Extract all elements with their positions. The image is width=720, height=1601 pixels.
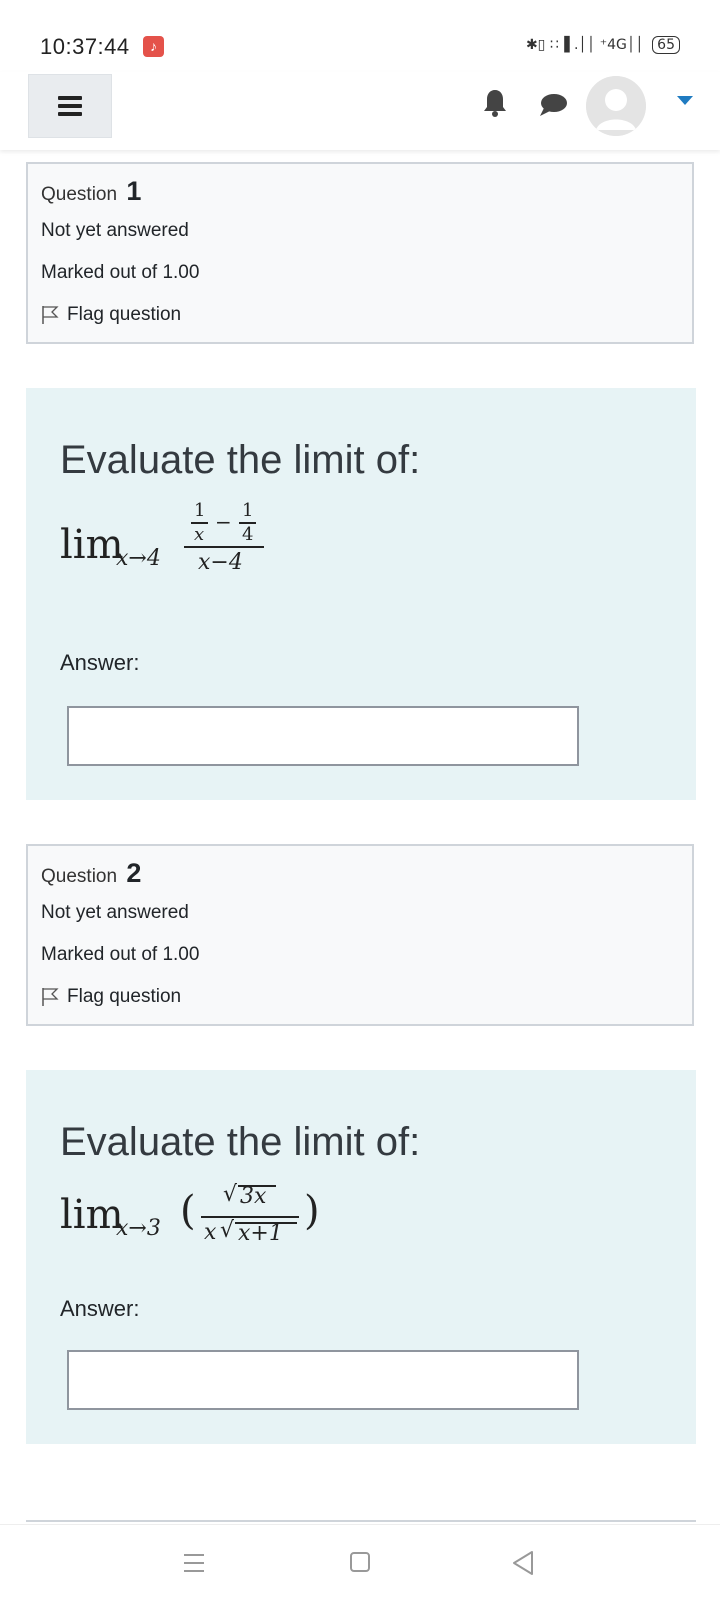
question-text: Evaluate the limit of: (60, 1120, 421, 1164)
battery-icon: 65 (652, 36, 680, 54)
next-question-edge (26, 1520, 696, 1522)
back-icon[interactable] (512, 1550, 534, 1576)
chat-bubble-icon[interactable] (538, 92, 568, 118)
question-content-2: Evaluate the limit of: lim x→3 ( √ 3x x … (26, 1070, 696, 1444)
flag-question-link[interactable]: Flag question (41, 304, 181, 326)
question-number-value: 1 (126, 176, 142, 206)
question-grade: Marked out of 1.00 (41, 262, 200, 283)
status-time: 10:37:44 (40, 34, 130, 59)
question-state: Not yet answered (41, 220, 189, 241)
question-state: Not yet answered (41, 902, 189, 923)
question-text: Evaluate the limit of: (60, 438, 421, 482)
math-formula-2: lim x→3 ( √ 3x x √ x+1 ) (60, 1182, 320, 1246)
answer-label: Answer: (60, 1296, 140, 1321)
home-icon[interactable] (350, 1552, 370, 1572)
network-status: ✱▯ ∷▐ .││ ⁺4G││ (525, 37, 644, 53)
question-content-1: Evaluate the limit of: lim x→4 1 x − 1 4… (26, 388, 696, 800)
status-icons: ✱▯ ∷▐ .││ ⁺4G││ 65 (526, 36, 680, 54)
question-info-1: Question 1 Not yet answered Marked out o… (26, 162, 694, 344)
question-grade: Marked out of 1.00 (41, 944, 200, 965)
answer-input[interactable] (67, 706, 579, 766)
question-number: Question 1 (41, 176, 142, 206)
avatar[interactable] (586, 76, 646, 136)
flag-icon (42, 306, 59, 324)
system-nav-bar (0, 1524, 720, 1601)
question-number-value: 2 (126, 858, 142, 888)
flag-question-label: Flag question (67, 986, 182, 1007)
answer-label: Answer: (60, 650, 140, 675)
caret-down-icon[interactable] (677, 96, 693, 106)
app-header (0, 72, 720, 150)
status-bar: 10:37:44 ♪ ✱▯ ∷▐ .││ ⁺4G││ 65 (0, 0, 720, 72)
flag-question-link[interactable]: Flag question (41, 986, 181, 1008)
bell-icon[interactable] (482, 88, 508, 118)
flag-question-label: Flag question (67, 304, 182, 325)
flag-icon (42, 988, 59, 1006)
answer-input[interactable] (67, 1350, 579, 1410)
question-number: Question 2 (41, 858, 142, 888)
question-info-2: Question 2 Not yet answered Marked out o… (26, 844, 694, 1026)
music-notification-icon: ♪ (143, 36, 164, 57)
recent-apps-icon[interactable] (183, 1553, 205, 1573)
hamburger-icon[interactable] (28, 74, 112, 138)
math-formula-1: lim x→4 1 x − 1 4 x−4 (60, 500, 360, 590)
